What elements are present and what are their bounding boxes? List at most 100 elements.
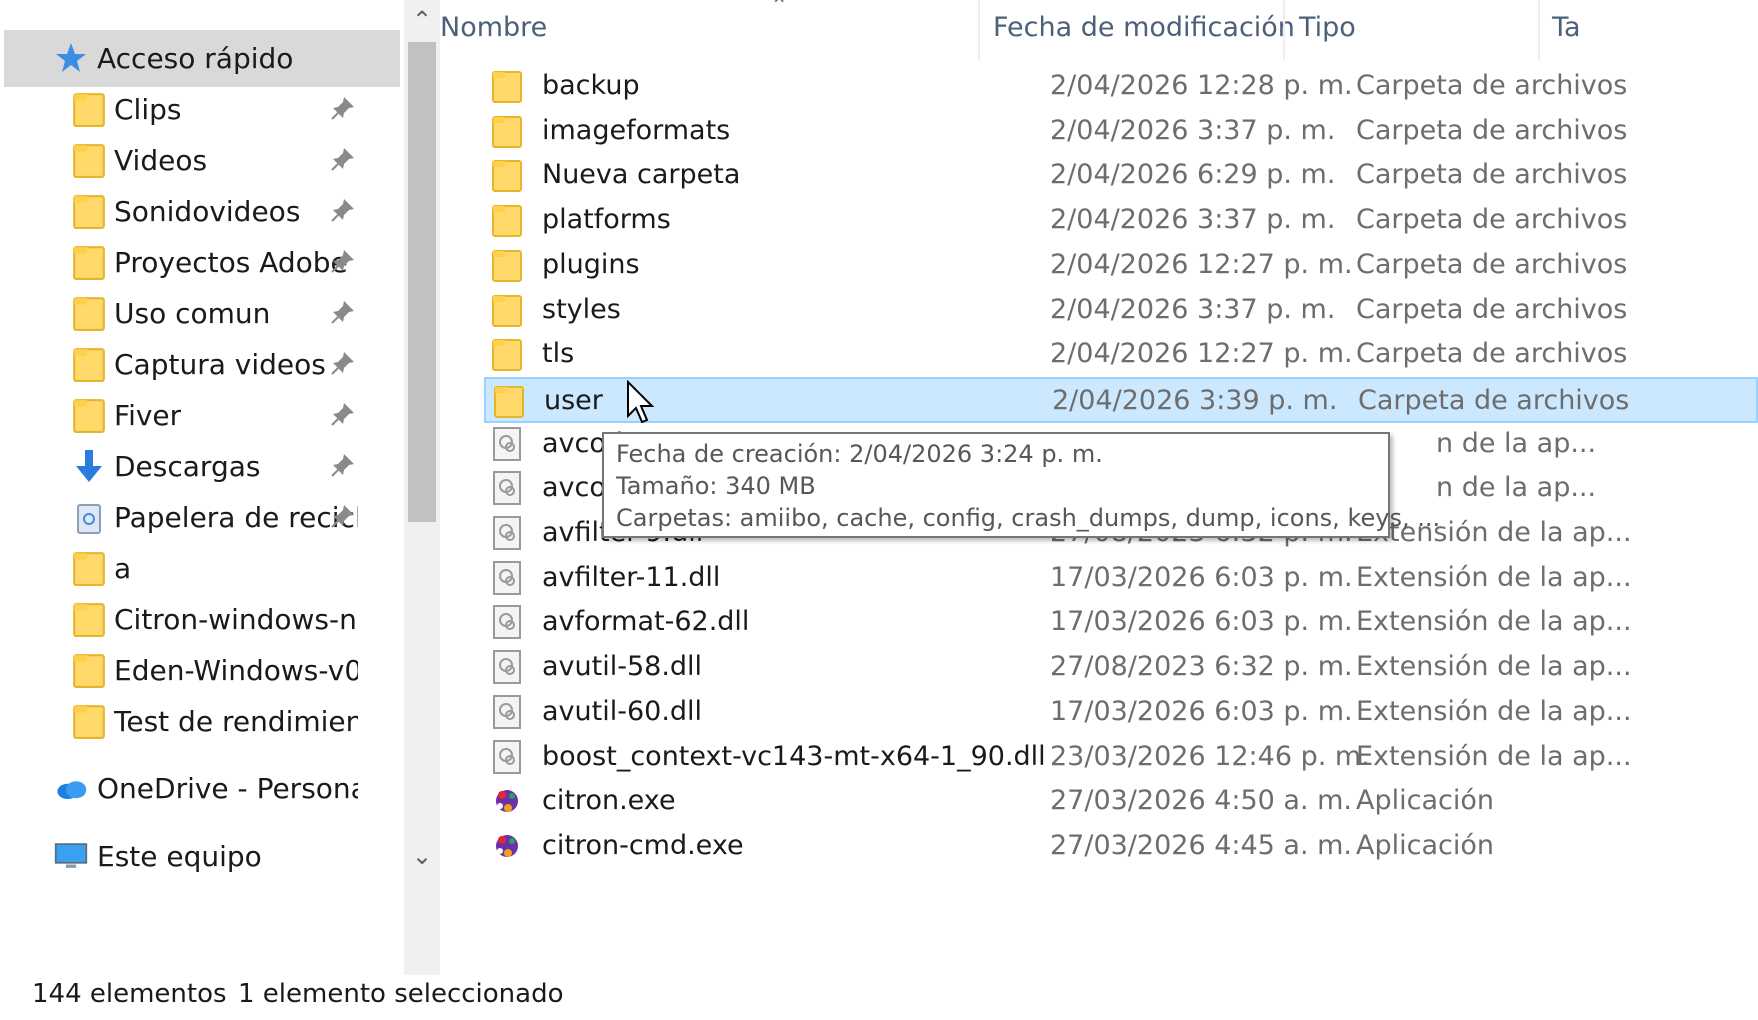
file-date: 27/03/2026 4:50 a. m.	[1050, 785, 1353, 817]
folder-icon	[72, 397, 106, 433]
column-name-header[interactable]: Nombre	[440, 12, 547, 43]
file-name: avfilter-11.dll	[542, 561, 721, 593]
pin-icon[interactable]	[330, 452, 356, 478]
pin-icon[interactable]	[330, 350, 356, 376]
download-icon	[72, 448, 106, 484]
column-divider[interactable]	[978, 0, 980, 60]
file-row[interactable]: boost_context-vc143-mt-x64-1_90.dll 23/03…	[484, 735, 1758, 781]
file-row[interactable]: backup 2/04/2026 12:28 p. m. Carpeta de ar…	[484, 64, 1758, 110]
dll-file-icon	[492, 560, 522, 595]
column-divider[interactable]	[1283, 0, 1285, 60]
mouse-cursor-icon	[627, 380, 655, 424]
nav-item-label: Fiver	[114, 399, 182, 432]
application-icon	[492, 784, 522, 818]
sort-ascending-icon: ⌃	[770, 0, 789, 19]
file-row[interactable]: Nueva carpeta 2/04/2026 6:29 p. m. Carpeta…	[484, 153, 1758, 199]
nav-item[interactable]: Citron-windows-nigh	[4, 591, 400, 648]
nav-item[interactable]: Fiver	[4, 387, 400, 444]
item-count: 144 elementos	[32, 979, 227, 1009]
nav-item[interactable]: Videos	[4, 132, 400, 189]
nav-item-label: Proyectos Adobe	[114, 246, 348, 279]
pin-icon[interactable]	[330, 197, 356, 223]
file-name: citron-cmd.exe	[542, 829, 744, 861]
nav-item-label: Eden-Windows-v0.0.3	[114, 654, 358, 687]
dll-file-icon	[492, 694, 522, 729]
file-row[interactable]: tls 2/04/2026 12:27 p. m. Carpeta de archi…	[484, 332, 1758, 378]
nav-item[interactable]: Proyectos Adobe	[4, 234, 400, 291]
nav-item-label: Acceso rápido	[97, 42, 294, 75]
folder-icon	[72, 193, 106, 229]
file-row[interactable]: plugins 2/04/2026 12:27 p. m. Carpeta de a…	[484, 243, 1758, 289]
folder-icon	[492, 158, 522, 193]
file-name: backup	[542, 70, 640, 101]
nav-item[interactable]: Papelera de recicla	[4, 489, 400, 546]
file-name: avformat-62.dll	[542, 606, 750, 638]
nav-item[interactable]: Uso comun	[4, 285, 400, 342]
file-date: 23/03/2026 12:46 p. m.	[1050, 740, 1370, 772]
file-date: 17/03/2026 6:03 p. m.	[1050, 561, 1353, 593]
pin-icon[interactable]	[330, 401, 356, 427]
application-icon	[492, 829, 522, 863]
nav-item-label: Uso comun	[114, 297, 271, 330]
column-type-header[interactable]: Tipo	[1299, 12, 1356, 43]
nav-item[interactable]: a	[4, 540, 400, 597]
column-date-header[interactable]: Fecha de modificación	[993, 12, 1295, 43]
nav-item[interactable]: Eden-Windows-v0.0.3	[4, 642, 400, 699]
file-row[interactable]: avfilter-11.dll 17/03/2026 6:03 p. m. Exte…	[484, 556, 1758, 602]
nav-item[interactable]: Clips	[4, 81, 400, 138]
folder-icon	[492, 69, 522, 103]
scroll-down-icon[interactable]: ⌄	[404, 838, 440, 874]
nav-scrollbar[interactable]: ⌃ ⌄	[404, 0, 440, 975]
nav-list: Acceso rápido Clips Videos Sonidovideos Proy…	[0, 0, 400, 975]
folder-icon	[492, 114, 522, 148]
pin-icon[interactable]	[330, 299, 356, 325]
file-type: Aplicación	[1356, 785, 1494, 817]
file-name: Nueva carpeta	[542, 159, 741, 191]
scroll-up-icon[interactable]: ⌃	[404, 2, 440, 38]
file-row[interactable]: imageformats 2/04/2026 3:37 p. m. Carpeta …	[484, 109, 1758, 155]
file-type: Carpeta de archivos	[1356, 293, 1628, 325]
nav-scroll-thumb[interactable]	[408, 42, 436, 522]
pin-icon[interactable]	[330, 503, 356, 529]
file-row[interactable]: avutil-58.dll 27/08/2023 6:32 p. m. Extens…	[484, 645, 1758, 691]
file-name: plugins	[542, 248, 640, 280]
file-row[interactable]: citron-cmd.exe 27/03/2026 4:45 a. m. Aplic…	[484, 824, 1758, 870]
file-row[interactable]: platforms 2/04/2026 3:37 p. m. Carpeta de …	[484, 198, 1758, 244]
nav-item-label: Captura videos	[114, 348, 326, 381]
file-name: boost_context-vc143-mt-x64-1_90.dll	[542, 740, 1046, 772]
file-date: 2/04/2026 12:27 p. m.	[1050, 338, 1353, 370]
column-divider[interactable]	[1538, 0, 1540, 60]
pin-icon[interactable]	[330, 248, 356, 274]
nav-item[interactable]: Descargas	[4, 438, 400, 495]
column-size-header[interactable]: Ta	[1552, 12, 1581, 43]
folder-icon	[492, 248, 522, 282]
file-type: Carpeta de archivos	[1356, 248, 1628, 280]
computer-icon	[54, 838, 88, 874]
nav-item-label: a	[114, 552, 132, 585]
dll-file-icon	[492, 739, 522, 774]
folder-icon	[72, 703, 106, 739]
pin-icon[interactable]	[330, 95, 356, 121]
nav-item[interactable]: Captura videos	[4, 336, 400, 393]
tooltip-size: Tamaño: 340 MB	[616, 472, 816, 500]
file-name: platforms	[542, 204, 671, 236]
file-row[interactable]: citron.exe 27/03/2026 4:50 a. m. Aplicació…	[484, 779, 1758, 825]
pin-icon[interactable]	[330, 146, 356, 172]
nav-item[interactable]: Sonidovideos	[4, 183, 400, 240]
folder-info-tooltip: Fecha de creación: 2/04/2026 3:24 p. m. …	[602, 432, 1440, 538]
file-row[interactable]: styles 2/04/2026 3:37 p. m. Carpeta de arc…	[484, 288, 1758, 334]
nav-item[interactable]: Test de rendimiento	[4, 693, 400, 750]
nav-item[interactable]: OneDrive - Personal	[4, 760, 400, 817]
file-row[interactable]: user 2/04/2026 3:39 p. m. Carpeta de archi…	[484, 376, 1758, 423]
file-date: 2/04/2026 3:39 p. m.	[1052, 384, 1338, 416]
file-row[interactable]: avutil-60.dll 17/03/2026 6:03 p. m. Extens…	[484, 690, 1758, 736]
nav-item-label: Papelera de recicla	[114, 501, 358, 534]
file-type: n de la ap...	[1436, 427, 1597, 459]
folder-icon	[72, 244, 106, 280]
dll-file-icon	[492, 605, 522, 640]
file-name: styles	[542, 293, 621, 325]
nav-item[interactable]: Acceso rápido	[4, 30, 400, 87]
nav-item[interactable]: Este equipo	[4, 828, 400, 885]
file-row[interactable]: avformat-62.dll 17/03/2026 6:03 p. m. Exte…	[484, 600, 1758, 646]
file-date: 17/03/2026 6:03 p. m.	[1050, 695, 1353, 727]
